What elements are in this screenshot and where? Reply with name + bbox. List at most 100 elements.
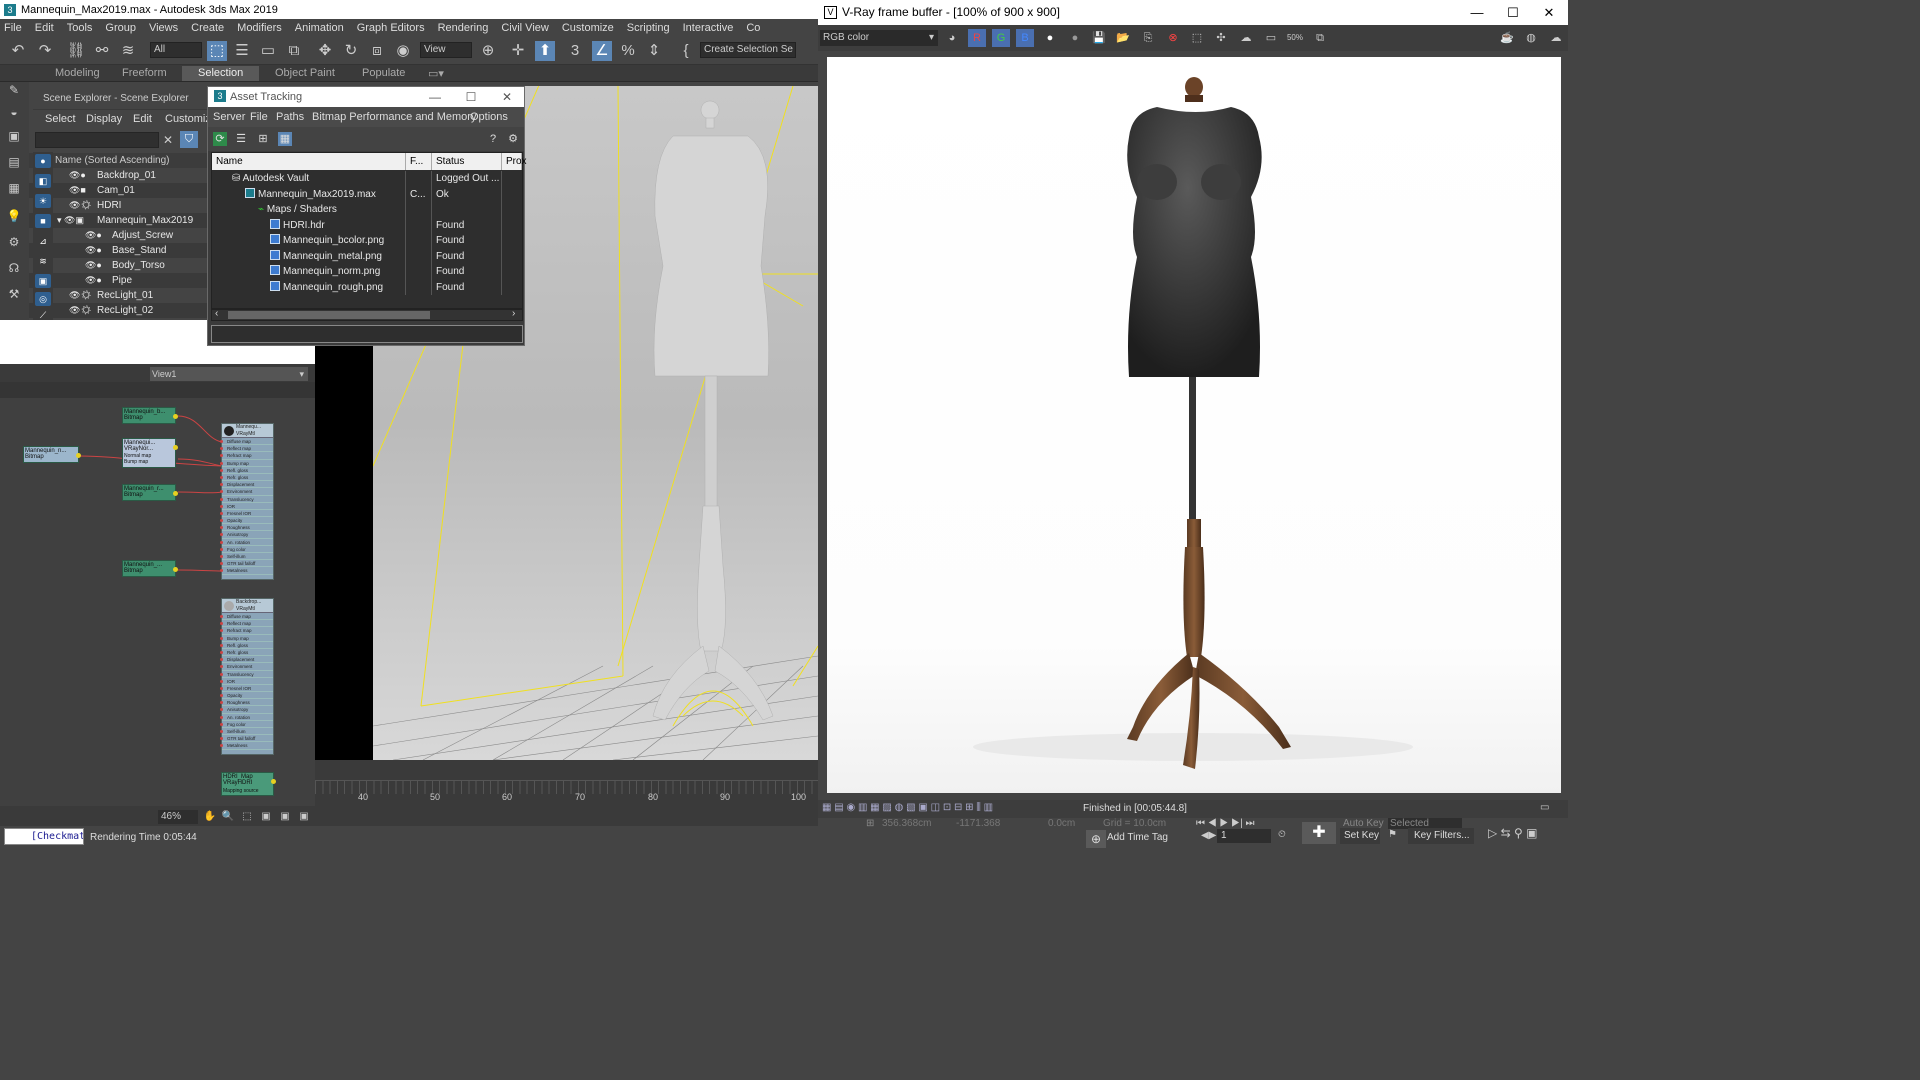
visibility-eye-icon[interactable]: 👁●	[85, 273, 102, 288]
menu-create[interactable]: Create	[191, 22, 224, 34]
light-bulb-icon[interactable]: 💡	[5, 208, 23, 224]
mono-channel-icon[interactable]: ●	[1066, 29, 1084, 47]
vraymtl-node-mannequin[interactable]: Mannequ... VRayMtl Diffuse map Reflect ma…	[220, 423, 274, 580]
asset-menu-bitmap-performance[interactable]: Bitmap Performance and Memory	[312, 111, 476, 123]
select-manipulate-icon[interactable]: ✛	[508, 41, 528, 61]
menu-modifiers[interactable]: Modifiers	[237, 22, 282, 34]
ribbon-tab-modeling[interactable]: Modeling	[55, 67, 100, 79]
ribbon-options-icon[interactable]: ▭▾	[428, 67, 444, 80]
scene-row[interactable]: ▾ 👁▣ Mannequin_Max2019	[29, 213, 207, 228]
region-render-icon[interactable]: ⬚	[1188, 29, 1206, 47]
key-mode-icon[interactable]: ⚑	[1388, 829, 1397, 840]
reference-coord-dropdown[interactable]: View	[420, 42, 472, 58]
vraymtl-node-backdrop[interactable]: Backdrop... VRayMtl Diffuse map Reflect m…	[220, 598, 274, 755]
menu-civil-view[interactable]: Civil View	[501, 22, 548, 34]
table-view-icon[interactable]: ▦	[278, 132, 292, 146]
named-selection-dropdown[interactable]: Create Selection Se	[700, 42, 796, 58]
bitmap-node-norm[interactable]: Mannequin_n... Bitmap	[23, 446, 81, 463]
close-icon[interactable]: ✕	[1531, 0, 1567, 25]
rotate-icon[interactable]: ↻	[341, 41, 361, 61]
asset-menu-server[interactable]: Server	[213, 111, 245, 123]
add-time-tag-label[interactable]: Add Time Tag	[1107, 832, 1168, 843]
menu-animation[interactable]: Animation	[295, 22, 344, 34]
table-row[interactable]: Mannequin_metal.png Found	[212, 248, 522, 264]
interactive-render-icon[interactable]: ◍	[1522, 29, 1540, 47]
set-key-big-icon[interactable]: ✚	[1302, 822, 1336, 844]
visibility-eye-icon[interactable]: 👁☀	[69, 303, 92, 318]
alpha-channel-icon[interactable]: ●	[1041, 29, 1059, 47]
transform-type-in-icon[interactable]: ⊞	[866, 818, 874, 829]
maximize-icon[interactable]: ☐	[454, 87, 488, 107]
display-groups-icon[interactable]: ▣	[35, 274, 51, 288]
scene-row[interactable]: 👁☀ HDRI	[29, 198, 207, 213]
minimize-icon[interactable]: —	[1459, 0, 1495, 25]
scene-row[interactable]: 👁■ Cam_01	[29, 183, 207, 198]
link-icon[interactable]: ⛓	[66, 41, 86, 61]
viewport-navigation-icons[interactable]: ▷ ⇆ ⚲ ▣	[1488, 826, 1537, 840]
visibility-eye-icon[interactable]: 👁☀	[69, 288, 92, 303]
x-coordinate-field[interactable]: 356.368cm	[882, 818, 931, 829]
menu-tools[interactable]: Tools	[67, 22, 93, 34]
visibility-eye-icon[interactable]: 👁●	[85, 228, 102, 243]
current-frame-field[interactable]: 1	[1217, 829, 1271, 843]
timeline-track[interactable]: 40 50 60 70 80 90 100	[315, 760, 818, 826]
help-icon[interactable]: ?	[486, 132, 500, 146]
rect-selection-icon[interactable]: ▭	[258, 41, 278, 61]
selection-filter-dropdown[interactable]: All	[150, 42, 202, 58]
blue-channel-icon[interactable]: B	[1016, 29, 1034, 47]
scene-menu-select[interactable]: Select	[45, 113, 76, 125]
refresh-icon[interactable]: ⟳	[213, 132, 227, 146]
column-header-proxy[interactable]: Prox	[502, 153, 527, 170]
playback-controls[interactable]: ⏮ ◀ ▶ ▶| ⏭	[1196, 818, 1254, 829]
scene-row[interactable]: 👁● Body_Torso	[29, 258, 207, 273]
menu-edit[interactable]: Edit	[35, 22, 54, 34]
scene-row[interactable]: 👁☀ RecLight_02	[29, 303, 207, 318]
vfb-expand-icon[interactable]: ▭	[1540, 802, 1549, 813]
save-image-icon[interactable]: 💾	[1090, 29, 1108, 47]
hierarchy-icon[interactable]: ▣	[5, 128, 23, 144]
tree-view-icon[interactable]: ⊞	[256, 132, 270, 146]
asset-path-field[interactable]	[211, 325, 523, 343]
scene-search-input[interactable]	[35, 132, 159, 148]
menu-file[interactable]: File	[4, 22, 22, 34]
color-channels-icon[interactable]: ◕	[943, 29, 961, 47]
scroll-left-icon[interactable]: ‹	[215, 308, 218, 319]
display-geometry-icon[interactable]: ◧	[35, 174, 51, 188]
select-by-name-icon[interactable]: ☰	[232, 41, 252, 61]
render-teapot-icon[interactable]: ☕	[1498, 29, 1516, 47]
y-coordinate-field[interactable]: -1171.368	[956, 818, 1000, 829]
unlink-icon[interactable]: ⚯	[92, 41, 112, 61]
filter-icon[interactable]: ⛉	[180, 131, 198, 148]
window-crossing-icon[interactable]: ⧉	[284, 41, 304, 61]
channel-dropdown[interactable]: RGB color ▾	[820, 30, 938, 46]
column-header-full-path[interactable]: F...	[406, 153, 432, 170]
view-tab-dropdown[interactable]: View1 ▾	[150, 367, 308, 381]
asset-menu-options[interactable]: Options	[470, 111, 508, 123]
scale-icon[interactable]: ⧈	[367, 41, 387, 61]
add-time-tag-icon[interactable]: ⊕	[1086, 830, 1106, 848]
set-key-button[interactable]: Set Key	[1340, 828, 1380, 844]
pan-to-selected-icon[interactable]: ▣	[297, 810, 311, 824]
menu-scripting[interactable]: Scripting	[627, 22, 670, 34]
zoom-dropdown[interactable]: 46%	[158, 810, 198, 824]
red-channel-icon[interactable]: R	[968, 29, 986, 47]
visibility-eye-icon[interactable]: 👁●	[85, 258, 102, 273]
scene-menu-edit[interactable]: Edit	[133, 113, 152, 125]
color-corrections-icon[interactable]: ▭	[1262, 29, 1280, 47]
menu-rendering[interactable]: Rendering	[438, 22, 489, 34]
minimize-icon[interactable]: —	[418, 87, 452, 107]
visibility-eye-icon[interactable]: 👁■	[69, 183, 86, 198]
menu-content[interactable]: Co	[746, 22, 760, 34]
table-row[interactable]: Mannequin_bcolor.png Found	[212, 233, 522, 249]
menu-customize[interactable]: Customize	[562, 22, 614, 34]
bitmap-node-rough[interactable]: Mannequin_r... Bitmap	[122, 484, 178, 501]
systems-icon[interactable]: ☊	[5, 260, 23, 276]
maximize-icon[interactable]: ☐	[1495, 0, 1531, 25]
scene-menu-display[interactable]: Display	[86, 113, 122, 125]
key-filters-button[interactable]: Key Filters...	[1408, 828, 1474, 844]
zoom-region-icon[interactable]: ⬚	[240, 810, 254, 824]
table-row[interactable]: ⌁ Maps / Shaders	[212, 202, 522, 218]
load-image-icon[interactable]: 📂	[1114, 29, 1132, 47]
display-icon[interactable]: ▦	[5, 180, 23, 196]
zoom-extents-icon[interactable]: ▣	[259, 810, 273, 824]
